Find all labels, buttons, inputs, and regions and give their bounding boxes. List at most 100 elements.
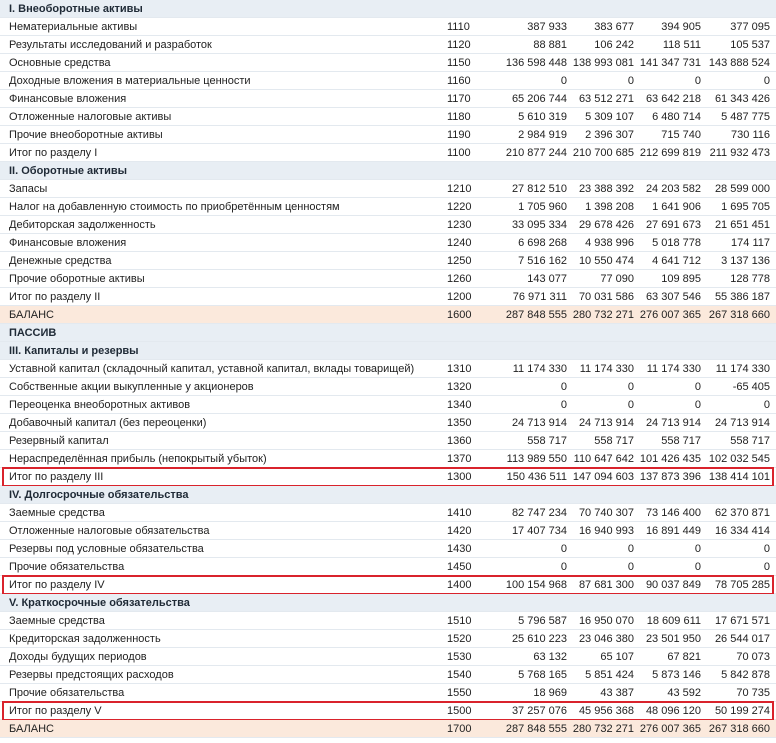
period-value: 267 318 660 [708,723,770,735]
line-code: 1700 [447,723,472,735]
table-row: Доходные вложения в материальные ценност… [0,72,776,90]
period-value: 55 386 187 [714,291,770,303]
period-value: 280 732 271 [572,309,634,321]
period-value: 0 [627,561,634,573]
line-code: 1450 [447,561,472,573]
period-value: 24 713 914 [645,417,701,429]
line-item-name: Доходы будущих периодов [9,651,147,663]
line-code: 1400 [447,579,472,591]
line-item-name: Итог по разделу IV [9,579,105,591]
section-header-row: IV. Долгосрочные обязательства [0,486,776,504]
period-value: 24 713 914 [714,417,770,429]
period-value: 113 989 550 [506,453,567,465]
table-row: Уставной капитал (складочный капитал, ус… [0,360,776,378]
period-value: 143 077 [527,273,567,285]
period-value: 4 641 712 [652,255,701,267]
period-value: 78 705 285 [714,579,770,591]
period-value: 16 940 993 [578,525,634,537]
line-item-name: Прочие обязательства [9,561,125,573]
period-value: 150 436 511 [506,471,567,483]
table-row: Финансовые вложения 1240 6 698 268 4 938 99… [0,234,776,252]
period-value: 82 747 234 [511,507,567,519]
line-item-name: Отложенные налоговые обязательства [9,525,210,537]
line-item-name: Прочие внеоборотные активы [9,129,163,141]
section-header-row: III. Капиталы и резервы [0,342,776,360]
period-value: 90 037 849 [645,579,701,591]
period-value: 11 174 330 [579,363,634,375]
period-value: 70 735 [736,687,770,699]
line-code: 1510 [447,615,472,627]
period-value: 11 174 330 [646,363,701,375]
period-value: 63 512 271 [578,93,634,105]
section-header-row: ПАССИВ [0,324,776,342]
period-value: 16 891 449 [645,525,701,537]
period-value: 5 768 165 [518,669,567,681]
period-value: 383 677 [594,21,634,33]
period-value: 5 842 878 [721,669,770,681]
period-value: 4 938 996 [585,237,634,249]
period-value: 70 031 586 [578,291,634,303]
period-value: 276 007 365 [639,309,701,321]
period-value: 2 984 919 [518,129,567,141]
period-value: 29 678 426 [578,219,634,231]
period-value: 17 407 734 [511,525,567,537]
period-value: 25 610 223 [511,633,567,645]
table-row: Заемные средства 1410 82 747 234 70 740 307… [0,504,776,522]
period-value: 287 848 555 [505,309,567,321]
period-value: 0 [627,75,634,87]
line-item-name: Заемные средства [9,615,105,627]
line-item-name: Уставной капитал (складочный капитал, ус… [9,363,415,375]
table-row: Результаты исследований и разработок 1120… [0,36,776,54]
line-item-name: V. Краткосрочные обязательства [9,597,190,609]
period-value: 70 073 [736,651,770,663]
table-row: Прочие обязательства 1550 18 969 43 387 43 5… [0,684,776,702]
period-value: 27 691 673 [645,219,701,231]
period-value: 276 007 365 [639,723,701,735]
period-value: 0 [694,561,701,573]
period-value: 0 [627,381,634,393]
period-value: -65 405 [732,381,770,393]
period-value: 558 717 [661,435,701,447]
line-item-name: Итог по разделу III [9,471,104,483]
period-value: 558 717 [594,435,634,447]
period-value: 394 905 [661,21,701,33]
period-value: 62 370 871 [714,507,770,519]
table-row: Нематериальные активы 1110 387 933 383 677 3… [0,18,776,36]
period-value: 23 388 392 [578,183,634,195]
period-value: 1 705 960 [518,201,567,213]
line-code: 1360 [447,435,472,447]
table-row: Прочие оборотные активы 1260 143 077 77 090… [0,270,776,288]
line-code: 1200 [447,291,472,303]
period-value: 5 851 424 [585,669,634,681]
period-value: 1 695 705 [721,201,770,213]
table-row: Добавочный капитал (без переоценки) 1350 2… [0,414,776,432]
line-code: 1180 [447,111,471,123]
period-value: 65 206 744 [511,93,567,105]
period-value: 377 095 [730,21,770,33]
period-value: 138 993 081 [572,57,634,69]
line-code: 1250 [447,255,472,267]
line-item-name: Прочие оборотные активы [9,273,145,285]
line-item-name: Кредиторская задолженность [9,633,161,645]
period-value: 33 095 334 [511,219,567,231]
period-value: 100 154 968 [505,579,567,591]
table-row: Дебиторская задолженность 1230 33 095 334 2… [0,216,776,234]
line-code: 1430 [447,543,472,555]
period-value: 76 971 311 [512,291,567,303]
period-value: 715 740 [661,129,701,141]
table-row: Итог по разделу I 1100 210 877 244 210 700 … [0,144,776,162]
table-row: Прочие внеоборотные активы 1190 2 984 919 2… [0,126,776,144]
table-row: Запасы 1210 27 812 510 23 388 392 24 203 582… [0,180,776,198]
period-value: 211 932 473 [709,147,770,159]
section-total-row: Итог по разделу III 1300 150 436 511 147 09… [0,468,776,486]
line-item-name: Финансовые вложения [9,237,127,249]
table-row: Отложенные налоговые обязательства 1420 17… [0,522,776,540]
section-header-row: I. Внеоборотные активы [0,0,776,18]
period-value: 0 [560,381,567,393]
line-code: 1110 [447,21,470,33]
period-value: 11 174 330 [512,363,567,375]
line-item-name: Переоценка внеоборотных активов [9,399,191,411]
line-code: 1160 [447,75,471,87]
table-row: Основные средства 1150 136 598 448 138 993 … [0,54,776,72]
period-value: 18 609 611 [646,615,701,627]
